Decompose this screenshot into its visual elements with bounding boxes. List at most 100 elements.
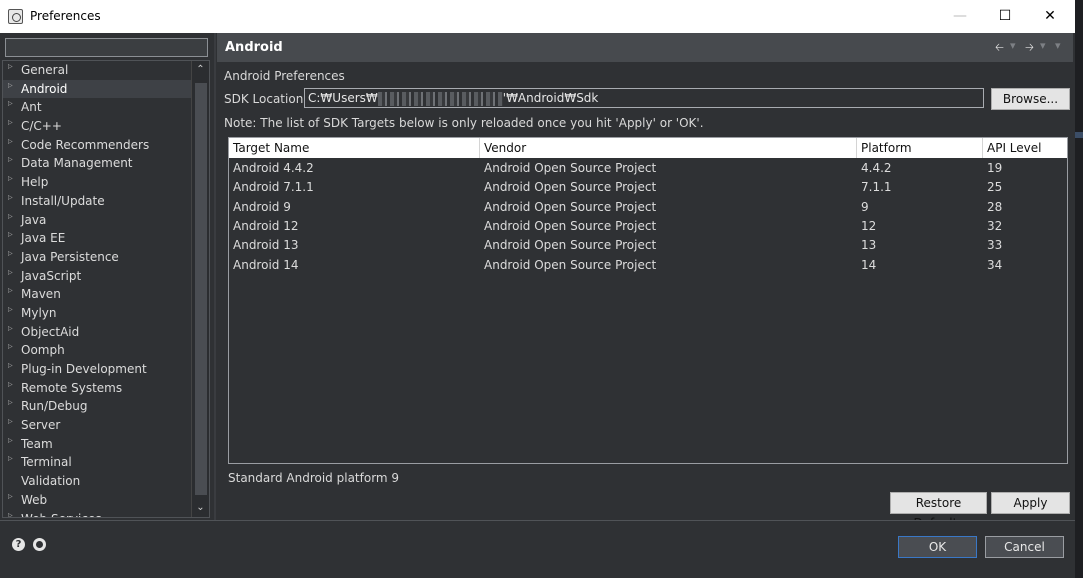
expand-arrow-icon[interactable]: ▷	[8, 488, 13, 507]
minimize-button[interactable]: —	[937, 0, 983, 33]
expand-arrow-icon[interactable]: ▷	[8, 133, 13, 152]
expand-arrow-icon[interactable]: ▷	[8, 151, 13, 170]
tree-item-label: Java	[21, 212, 47, 227]
tree-item[interactable]: ▷ Java	[3, 211, 191, 230]
tree-item-label: Plug-in Development	[21, 362, 147, 376]
close-button[interactable]: ✕	[1027, 0, 1073, 33]
preferences-window: Preferences — ☐ ✕ ▷ General ▷ Android ▷ Ant ▷ C…	[0, 0, 1083, 578]
tree-item[interactable]: ▷ Mylyn	[3, 304, 191, 323]
splitter[interactable]	[214, 33, 216, 520]
expand-arrow-icon[interactable]: ▷	[8, 376, 13, 395]
tree-item[interactable]: ▷ Install/Update	[3, 192, 191, 211]
tree-item[interactable]: ▷ Team	[3, 435, 191, 454]
tree-item[interactable]: ▷ Remote Systems	[3, 379, 191, 398]
filter-input[interactable]	[5, 38, 208, 57]
expand-arrow-icon[interactable]: ▷	[8, 357, 13, 376]
ok-button[interactable]: OK	[898, 536, 977, 558]
table-cell: Android 13	[233, 238, 299, 253]
tree-item[interactable]: ▷ General	[3, 61, 191, 80]
tree-item[interactable]: ▷ Code Recommenders	[3, 136, 191, 155]
expand-arrow-icon[interactable]: ▷	[8, 189, 13, 208]
tree-item[interactable]: ▷ Oomph	[3, 341, 191, 360]
browse-button[interactable]: Browse...	[991, 88, 1070, 110]
tree-item[interactable]: ▷ Android	[3, 77, 191, 99]
table-row[interactable]: Android 7.1.1 Android Open Source Project…	[229, 178, 1067, 197]
expand-arrow-icon[interactable]: ▷	[8, 245, 13, 264]
expand-arrow-icon[interactable]: ▷	[8, 61, 13, 77]
tree-item-label: Help	[21, 175, 49, 190]
column-vendor[interactable]: Vendor	[480, 138, 857, 158]
tree-item-label: ObjectAid	[21, 324, 80, 339]
tree-item[interactable]: ▷ Plug-in Development	[3, 360, 191, 379]
column-target-name[interactable]: Target Name	[229, 138, 480, 158]
table-cell: Android Open Source Project	[484, 218, 657, 233]
sdk-path-prefix: C:₩Users₩	[308, 91, 378, 105]
maximize-button[interactable]: ☐	[982, 0, 1028, 33]
tree-item[interactable]: ▷ C/C++	[3, 117, 191, 136]
tree-item[interactable]: ▷ Server	[3, 416, 191, 435]
expand-arrow-icon[interactable]: ▷	[8, 394, 13, 413]
column-platform[interactable]: Platform	[857, 138, 983, 158]
tree-item[interactable]: ▷ Data Management	[3, 154, 191, 173]
tree-item[interactable]: Validation	[3, 472, 191, 491]
forward-arrow-icon[interactable]: 🡢	[1025, 39, 1034, 58]
expand-arrow-icon[interactable]: ▷	[8, 95, 13, 114]
table-row[interactable]: Android 4.4.2 Android Open Source Project…	[229, 159, 1067, 178]
table-cell: Android 4.4.2	[233, 161, 314, 175]
cancel-button[interactable]: Cancel	[985, 536, 1064, 558]
expand-arrow-icon[interactable]: ▷	[8, 77, 13, 96]
expand-arrow-icon[interactable]: ▷	[8, 226, 13, 245]
tree-item[interactable]: ▷ JavaScript	[3, 267, 191, 286]
tree-item[interactable]: ▷ Java Persistence	[3, 248, 191, 267]
scroll-thumb[interactable]	[195, 83, 207, 495]
table-cell: 32	[987, 218, 1003, 233]
help-icon[interactable]: ?	[12, 538, 25, 551]
import-export-icon[interactable]	[33, 538, 46, 551]
table-row[interactable]: Android 9 Android Open Source Project 9 28	[229, 198, 1067, 217]
tree-item[interactable]: ▷ Help	[3, 173, 191, 192]
expand-arrow-icon[interactable]: ▷	[8, 301, 13, 320]
window-title: Preferences	[30, 9, 101, 23]
tree-item[interactable]: ▷ Terminal	[3, 453, 191, 472]
expand-arrow-icon[interactable]: ▷	[8, 432, 13, 451]
table-cell: Android Open Source Project	[484, 199, 657, 214]
expand-arrow-icon[interactable]: ▷	[8, 507, 13, 518]
tree-item-label: Ant	[21, 100, 42, 115]
tree-item[interactable]: ▷ Run/Debug	[3, 397, 191, 416]
page-title: Android	[225, 40, 283, 55]
expand-arrow-icon[interactable]: ▷	[8, 264, 13, 283]
tree-item[interactable]: ▷ Maven	[3, 285, 191, 304]
view-menu-icon[interactable]: ▾	[1055, 39, 1061, 52]
tree-item-label: Validation	[21, 474, 81, 489]
expand-arrow-icon[interactable]: ▷	[8, 338, 13, 357]
table-row[interactable]: Android 12 Android Open Source Project 12 3…	[229, 217, 1067, 236]
scroll-down-icon[interactable]: ⌄	[192, 499, 209, 517]
expand-arrow-icon[interactable]: ▷	[8, 114, 13, 133]
tree-item[interactable]: ▷ Java EE	[3, 229, 191, 248]
sdk-path-suffix: '₩Android₩Sdk	[502, 91, 599, 105]
back-arrow-icon[interactable]: 🡠	[995, 39, 1004, 58]
apply-button[interactable]: Apply	[991, 492, 1070, 514]
table-row[interactable]: Android 14 Android Open Source Project 14 3…	[229, 256, 1067, 275]
column-api-level[interactable]: API Level	[983, 138, 1067, 158]
tree-item[interactable]: ▷ Ant	[3, 98, 191, 117]
table-cell: Android Open Source Project	[484, 180, 657, 195]
tree-item-label: Android	[21, 81, 68, 96]
sdk-location-field[interactable]: C:₩Users₩ '₩Android₩Sdk	[304, 88, 984, 108]
restore-defaults-button[interactable]: Restore Defaults	[890, 492, 987, 530]
tree-item-label: Maven	[21, 287, 61, 302]
expand-arrow-icon[interactable]: ▷	[8, 320, 13, 339]
expand-arrow-icon[interactable]: ▷	[8, 413, 13, 432]
table-row[interactable]: Android 13 Android Open Source Project 13 3…	[229, 236, 1067, 255]
tree-scrollbar[interactable]: ⌃ ⌄	[191, 61, 209, 517]
forward-menu-chevron-icon[interactable]: ▾	[1040, 39, 1046, 52]
expand-arrow-icon[interactable]: ▷	[8, 170, 13, 189]
expand-arrow-icon[interactable]: ▷	[8, 208, 13, 227]
scroll-up-icon[interactable]: ⌃	[192, 61, 209, 79]
tree-item[interactable]: ▷ Web Services	[3, 507, 191, 518]
tree-item[interactable]: ▷ Web	[3, 491, 191, 510]
expand-arrow-icon[interactable]: ▷	[8, 282, 13, 301]
back-menu-chevron-icon[interactable]: ▾	[1010, 39, 1016, 52]
expand-arrow-icon[interactable]: ▷	[8, 450, 13, 469]
tree-item[interactable]: ▷ ObjectAid	[3, 323, 191, 342]
